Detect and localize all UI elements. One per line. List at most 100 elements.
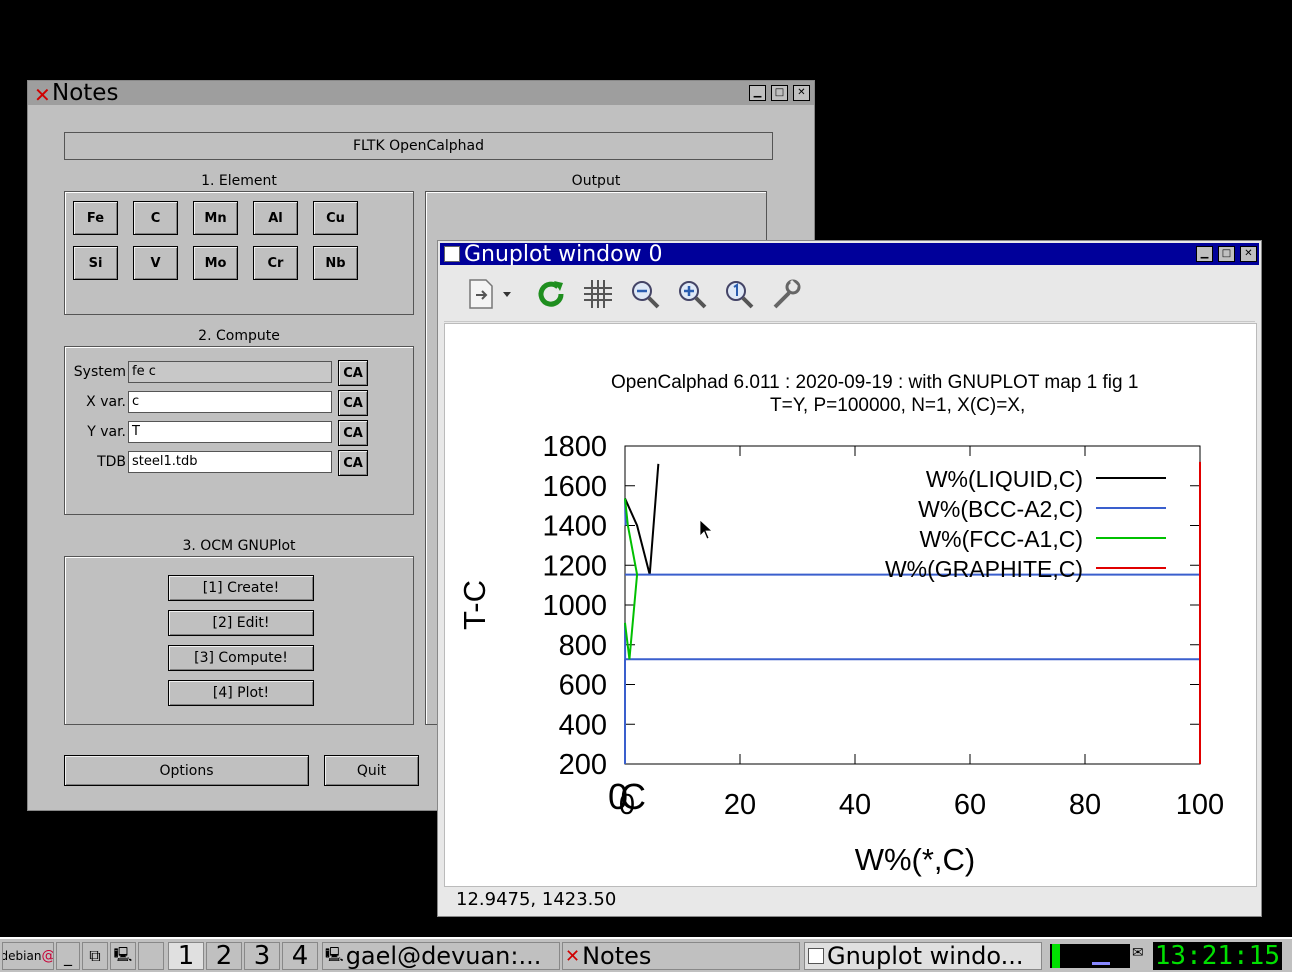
element-button-nb[interactable]: Nb [313, 246, 358, 280]
window-list-icon[interactable]: ⧉ [82, 942, 108, 970]
settings-icon[interactable] [769, 277, 803, 311]
y-tick-label: 200 [559, 749, 607, 781]
terminal-icon: 🖳 [325, 947, 344, 963]
launcher-empty[interactable] [138, 942, 164, 970]
system-label: System [73, 364, 126, 380]
y-tick-label: 600 [559, 670, 607, 702]
series-w-liquid-c-line [624, 463, 660, 575]
y-tick-label: 1800 [542, 431, 607, 463]
task-gnuplot[interactable]: Gnuplot windo... [804, 942, 1042, 970]
legend-label: W%(FCC-A1,C) [919, 526, 1083, 552]
grid-icon[interactable] [581, 277, 615, 311]
x-axis-label: W%(*,C) [855, 842, 976, 877]
element-button-si[interactable]: Si [73, 246, 118, 280]
tdb-ca-button[interactable]: CA [338, 450, 368, 476]
chart-subtitle: T=Y, P=100000, N=1, X(C)=X, [770, 395, 1025, 416]
mouse-cursor-icon [699, 519, 714, 540]
plot-canvas[interactable]: OpenCalphad 6.011 : 2020-09-19 : with GN… [444, 323, 1257, 887]
notes-titlebar[interactable]: ✕ Notes ▁ □ ✕ [28, 80, 814, 107]
element-button-fe[interactable]: Fe [73, 201, 118, 235]
minimize-button[interactable]: ▁ [749, 85, 766, 101]
element-group-label: 1. Element [201, 173, 277, 189]
export-menu-chevron-icon[interactable] [500, 277, 514, 311]
x-var-label: X var. [86, 394, 126, 410]
desktop-2[interactable]: 2 [206, 942, 242, 970]
y-tick-label: 400 [559, 709, 607, 741]
x-tick-label: 80 [1069, 789, 1101, 821]
plot-border [624, 445, 1201, 765]
create-button[interactable]: [1] Create! [168, 575, 314, 601]
phase-diagram-chart[interactable]: OpenCalphad 6.011 : 2020-09-19 : with GN… [445, 324, 1256, 886]
quit-button[interactable]: Quit [324, 755, 419, 786]
mail-icon[interactable]: ✉ [1132, 945, 1144, 961]
plot-button[interactable]: [4] Plot! [168, 680, 314, 706]
gnuplot-window: Gnuplot window 0 ▁ □ ✕ OpenCalphad 6.011… [437, 240, 1262, 917]
system-field[interactable]: fe c [128, 361, 332, 383]
maximize-button[interactable]: □ [1218, 246, 1235, 262]
x-var-field[interactable]: c [128, 391, 332, 413]
debian-swirl-icon: @ [41, 948, 53, 964]
legend-label: W%(LIQUID,C) [926, 466, 1083, 492]
window-title: Gnuplot window 0 [464, 241, 663, 267]
x-app-icon: ✕ [34, 83, 51, 107]
y-var-ca-button[interactable]: CA [338, 420, 368, 446]
zoom-reset-icon[interactable] [722, 277, 756, 311]
desktop-1[interactable]: 1 [168, 942, 204, 970]
element-button-al[interactable]: Al [253, 201, 298, 235]
legend-label: W%(BCC-A2,C) [918, 496, 1083, 522]
zoom-in-icon[interactable] [675, 277, 709, 311]
x-var-ca-button[interactable]: CA [338, 390, 368, 416]
x-tick-label: 40 [839, 789, 871, 821]
taskbar: debian@ _ ⧉ 🖳 1 2 3 4 🖳gael@devuan:... ✕… [0, 937, 1292, 972]
task-terminal[interactable]: 🖳 gael@devuan:... [322, 942, 560, 970]
y-var-label: Y var. [87, 424, 126, 440]
output-group-label: Output [571, 173, 621, 189]
y-tick-label: 1400 [542, 511, 607, 543]
element-button-mo[interactable]: Mo [193, 246, 238, 280]
y-tick-label: 1000 [542, 590, 607, 622]
y-tick-label: 1600 [542, 471, 607, 503]
element-button-cr[interactable]: Cr [253, 246, 298, 280]
minimize-button[interactable]: ▁ [1196, 246, 1213, 262]
y-tick-label: 800 [559, 630, 607, 662]
compute-button[interactable]: [3] Compute! [168, 645, 314, 671]
replot-icon[interactable] [534, 277, 568, 311]
system-ca-button[interactable]: CA [338, 360, 368, 386]
gnuplot-app-icon [808, 948, 824, 964]
y-axis-label: T-C [457, 580, 492, 630]
cpu-monitor [1050, 944, 1130, 968]
x-tick-label: 0 [619, 789, 635, 821]
y-tick-label: 1200 [542, 550, 607, 582]
x-tick-label: 60 [954, 789, 986, 821]
chart-title: OpenCalphad 6.011 : 2020-09-19 : with GN… [611, 372, 1138, 393]
close-button[interactable]: ✕ [793, 85, 810, 101]
terminal-launcher-icon[interactable]: 🖳 [110, 942, 136, 970]
start-menu-button[interactable]: debian@ [2, 942, 54, 970]
element-button-c[interactable]: C [133, 201, 178, 235]
tdb-label: TDB [97, 454, 126, 470]
element-button-mn[interactable]: Mn [193, 201, 238, 235]
desktop-3[interactable]: 3 [244, 942, 280, 970]
desktop-4[interactable]: 4 [282, 942, 318, 970]
close-button[interactable]: ✕ [1240, 246, 1257, 262]
x-app-icon: ✕ [565, 945, 581, 967]
task-notes[interactable]: ✕ Notes [562, 942, 800, 970]
gnuplot-toolbar [444, 267, 1255, 322]
gnuplot-app-icon [444, 246, 460, 262]
element-button-v[interactable]: V [133, 246, 178, 280]
x-tick-label: 20 [724, 789, 756, 821]
gnuplot-titlebar[interactable]: Gnuplot window 0 ▁ □ ✕ [440, 241, 1259, 267]
edit-button[interactable]: [2] Edit! [168, 610, 314, 636]
element-button-cu[interactable]: Cu [313, 201, 358, 235]
options-button[interactable]: Options [64, 755, 309, 786]
cursor-coordinates: 12.9475, 1423.50 [456, 889, 617, 910]
minimize-all-icon[interactable]: _ [56, 942, 80, 970]
zoom-out-icon[interactable] [628, 277, 662, 311]
x-tick-label: 100 [1176, 789, 1224, 821]
compute-group-label: 2. Compute [198, 328, 280, 344]
legend-label: W%(GRAPHITE,C) [885, 556, 1083, 582]
y-var-field[interactable]: T [128, 421, 332, 443]
export-icon[interactable] [464, 277, 498, 311]
tdb-field[interactable]: steel1.tdb [128, 451, 332, 473]
maximize-button[interactable]: □ [771, 85, 788, 101]
